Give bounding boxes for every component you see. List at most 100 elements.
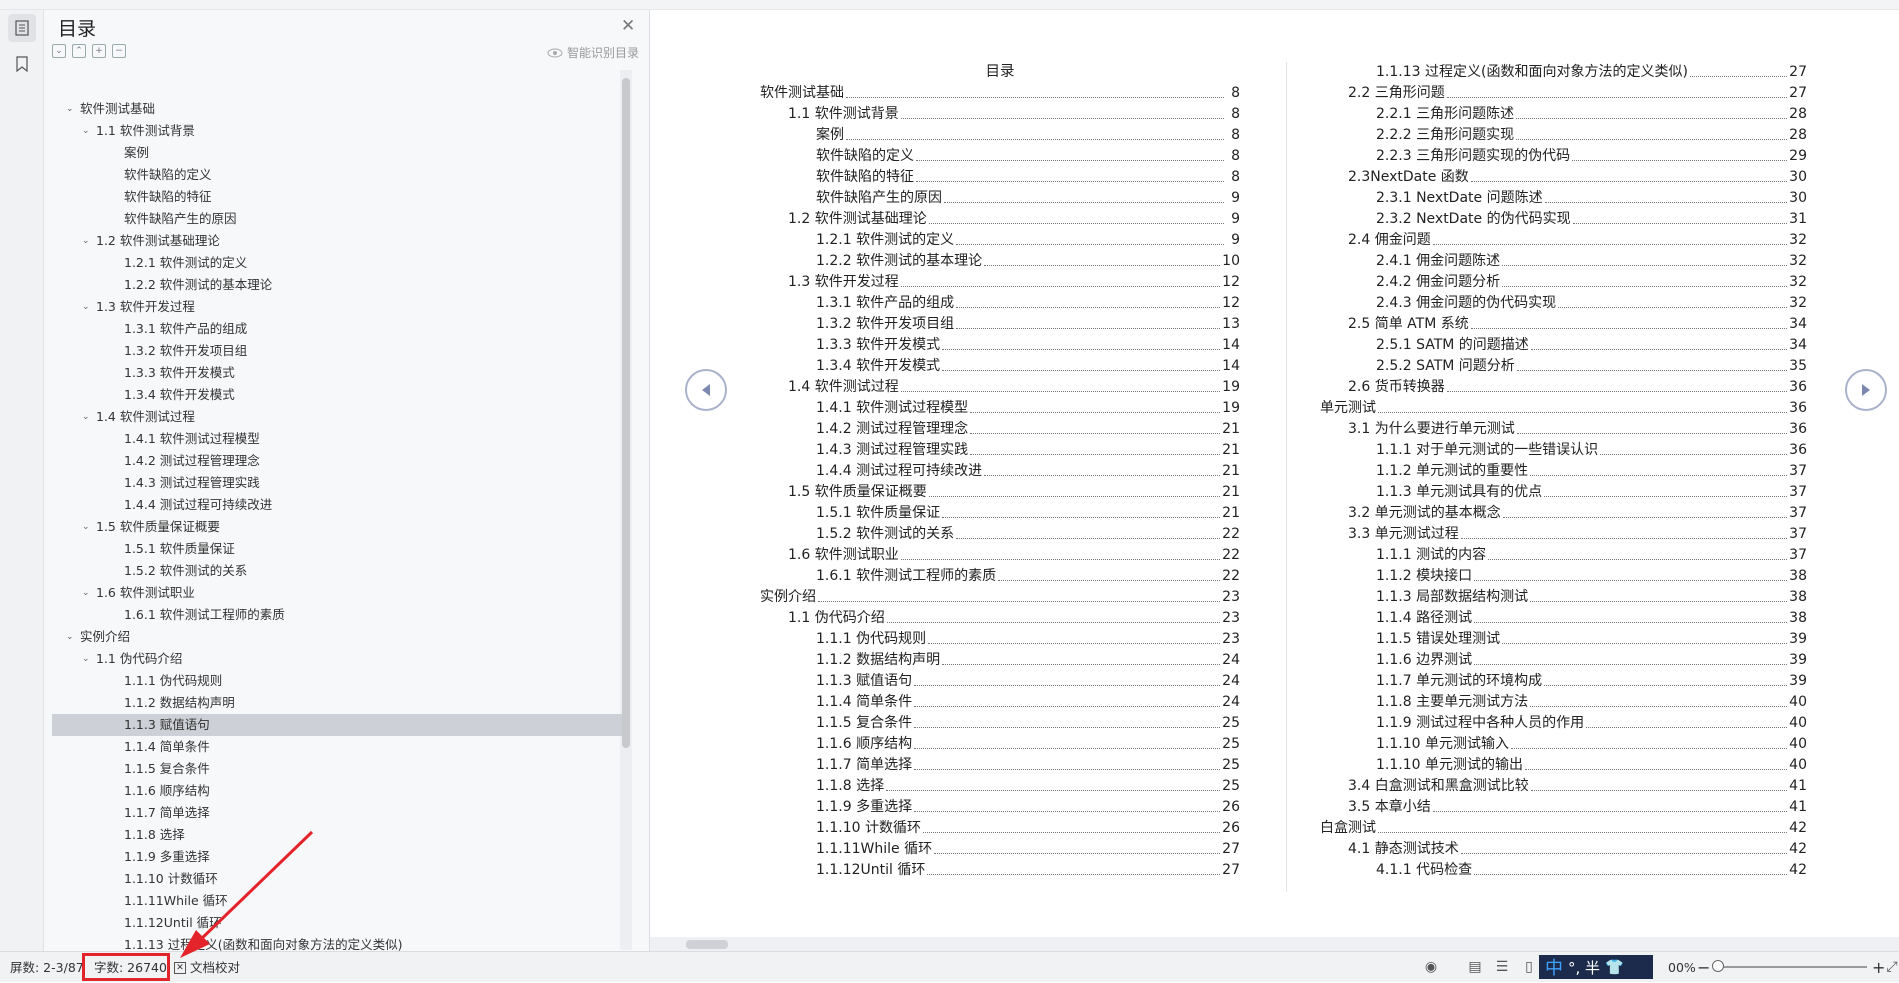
toc-entry[interactable]: 2.4.2 佣金问题分析 32 <box>1320 272 1807 293</box>
toc-tree-item[interactable]: 1.1.3 赋值语句 <box>52 714 622 736</box>
next-page-button[interactable] <box>1845 369 1887 411</box>
toc-entry[interactable]: 1.1.6 边界测试 39 <box>1320 650 1807 671</box>
toc-entry[interactable]: 4.1 静态测试技术 42 <box>1320 839 1807 860</box>
toc-entry[interactable]: 案例 8 <box>760 125 1240 146</box>
page-view-icon[interactable]: ▤ <box>1467 960 1483 974</box>
toc-tree-item[interactable]: 软件缺陷产生的原因 <box>52 208 622 230</box>
toc-entry[interactable]: 1.4.2 测试过程管理理念 21 <box>760 419 1240 440</box>
toc-entry[interactable]: 1.1.9 测试过程中各种人员的作用 40 <box>1320 713 1807 734</box>
toc-entry[interactable]: 1.2.2 软件测试的基本理论 10 <box>760 251 1240 272</box>
chevron-down-icon[interactable]: ⌄ <box>82 230 90 252</box>
toc-entry[interactable]: 软件缺陷产生的原因 9 <box>760 188 1240 209</box>
toc-entry[interactable]: 2.5.2 SATM 问题分析 35 <box>1320 356 1807 377</box>
toc-entry[interactable]: 1.1 伪代码介绍 23 <box>760 608 1240 629</box>
toc-entry[interactable]: 2.4.1 佣金问题陈述 32 <box>1320 251 1807 272</box>
reading-view-icon[interactable]: ▯ <box>1521 960 1537 974</box>
chevron-down-icon[interactable]: ⌄ <box>66 98 74 120</box>
toc-tree-item[interactable]: 1.4.2 测试过程管理理念 <box>52 450 622 472</box>
toc-entry[interactable]: 1.1.1 伪代码规则 23 <box>760 629 1240 650</box>
toc-entry[interactable]: 1.1.12Until 循环 27 <box>760 860 1240 881</box>
toc-entry[interactable]: 1.1.7 单元测试的环境构成 39 <box>1320 671 1807 692</box>
toc-entry[interactable]: 1.4.1 软件测试过程模型 19 <box>760 398 1240 419</box>
zoom-slider-track[interactable] <box>1717 966 1867 968</box>
toc-tree-item[interactable]: 1.5.2 软件测试的关系 <box>52 560 622 582</box>
toc-entry[interactable]: 1.1.8 选择 25 <box>760 776 1240 797</box>
remove-heading-icon[interactable]: − <box>112 44 126 58</box>
chevron-down-icon[interactable]: ⌄ <box>82 648 90 670</box>
toc-entry[interactable]: 2.2 三角形问题 27 <box>1320 83 1807 104</box>
toc-entry[interactable]: 1.5 软件质量保证概要 21 <box>760 482 1240 503</box>
toc-entry[interactable]: 实例介绍 23 <box>760 587 1240 608</box>
toc-tree-item[interactable]: ⌄ 1.4 软件测试过程 <box>52 406 622 428</box>
toc-entry[interactable]: 1.2 软件测试基础理论 9 <box>760 209 1240 230</box>
zoom-out-button[interactable]: − <box>1697 952 1710 983</box>
toc-entry[interactable]: 1.5.1 软件质量保证 21 <box>760 503 1240 524</box>
toc-entry[interactable]: 1.3.4 软件开发模式 14 <box>760 356 1240 377</box>
toc-entry[interactable]: 1.4.3 测试过程管理实践 21 <box>760 440 1240 461</box>
toc-entry[interactable]: 3.2 单元测试的基本概念 37 <box>1320 503 1807 524</box>
chevron-down-icon[interactable]: ⌄ <box>82 120 90 142</box>
toc-entry[interactable]: 单元测试 36 <box>1320 398 1807 419</box>
toc-entry[interactable]: 软件测试基础 8 <box>760 83 1240 104</box>
toc-panel-button[interactable] <box>8 14 36 42</box>
toc-entry[interactable]: 2.3NextDate 函数 30 <box>1320 167 1807 188</box>
toc-entry[interactable]: 2.2.3 三角形问题实现的伪代码 29 <box>1320 146 1807 167</box>
toc-entry[interactable]: 1.1.4 简单条件 24 <box>760 692 1240 713</box>
zoom-slider-handle[interactable] <box>1712 960 1724 972</box>
ime-language[interactable]: 中 <box>1545 954 1563 980</box>
toc-tree-item[interactable]: 1.1.4 简单条件 <box>52 736 622 758</box>
toc-tree-item[interactable]: 软件缺陷的特征 <box>52 186 622 208</box>
toc-tree-item[interactable]: 软件缺陷的定义 <box>52 164 622 186</box>
toc-entry[interactable]: 1.3 软件开发过程 12 <box>760 272 1240 293</box>
toc-entry[interactable]: 1.1.3 单元测试具有的优点 37 <box>1320 482 1807 503</box>
toc-scrollbar[interactable] <box>622 78 630 748</box>
toc-entry[interactable]: 4.1.1 代码检查 42 <box>1320 860 1807 881</box>
toc-entry[interactable]: 2.5.1 SATM 的问题描述 34 <box>1320 335 1807 356</box>
toc-entry[interactable]: 1.1.2 模块接口 38 <box>1320 566 1807 587</box>
toc-entry[interactable]: 1.1.10 计数循环 26 <box>760 818 1240 839</box>
toc-entry[interactable]: 2.4.3 佣金问题的伪代码实现 32 <box>1320 293 1807 314</box>
toc-entry[interactable]: 2.2.2 三角形问题实现 28 <box>1320 125 1807 146</box>
toc-tree-item[interactable]: 1.4.1 软件测试过程模型 <box>52 428 622 450</box>
toc-tree-item[interactable]: 1.1.8 选择 <box>52 824 622 846</box>
toc-entry[interactable]: 3.5 本章小结 41 <box>1320 797 1807 818</box>
toc-entry[interactable]: 白盒测试 42 <box>1320 818 1807 839</box>
toc-tree-item[interactable]: ⌄ 1.3 软件开发过程 <box>52 296 622 318</box>
toc-entry[interactable]: 1.4 软件测试过程 19 <box>760 377 1240 398</box>
toc-tree-item[interactable]: ⌄ 1.6 软件测试职业 <box>52 582 622 604</box>
toc-entry[interactable]: 2.4 佣金问题 32 <box>1320 230 1807 251</box>
horizontal-scroll-track[interactable] <box>650 937 1899 951</box>
toc-entry[interactable]: 1.3.2 软件开发项目组 13 <box>760 314 1240 335</box>
toc-entry[interactable]: 1.1.3 局部数据结构测试 38 <box>1320 587 1807 608</box>
toc-entry[interactable]: 1.1.11While 循环 27 <box>760 839 1240 860</box>
chevron-down-icon[interactable]: ⌄ <box>82 516 90 538</box>
zoom-level[interactable]: 00% <box>1668 952 1696 983</box>
ime-punctuation[interactable]: °, 半 <box>1568 957 1600 978</box>
toc-entry[interactable]: 1.1.5 复合条件 25 <box>760 713 1240 734</box>
expand-all-icon[interactable]: ⌃ <box>72 44 86 58</box>
chevron-down-icon[interactable]: ⌄ <box>66 626 74 648</box>
toc-tree-item[interactable]: 1.1.9 多重选择 <box>52 846 622 868</box>
toc-tree-item[interactable]: 1.1.2 数据结构声明 <box>52 692 622 714</box>
toc-tree-item[interactable]: 1.4.3 测试过程管理实践 <box>52 472 622 494</box>
toc-entry[interactable]: 1.3.1 软件产品的组成 12 <box>760 293 1240 314</box>
toc-tree-item[interactable]: 1.3.4 软件开发模式 <box>52 384 622 406</box>
toc-tree-item[interactable]: 1.1.6 顺序结构 <box>52 780 622 802</box>
toc-tree-item[interactable]: 案例 <box>52 142 622 164</box>
ime-skin-icon[interactable]: 👕 <box>1605 958 1624 976</box>
toc-tree-item[interactable]: ⌄ 1.1 软件测试背景 <box>52 120 622 142</box>
smart-toc-button[interactable]: 智能识别目录 <box>547 44 639 61</box>
toc-entry[interactable]: 2.3.1 NextDate 问题陈述 30 <box>1320 188 1807 209</box>
toc-entry[interactable]: 2.6 货币转换器 36 <box>1320 377 1807 398</box>
toc-tree-item[interactable]: ⌄ 软件测试基础 <box>52 98 622 120</box>
toc-entry[interactable]: 1.6.1 软件测试工程师的素质 22 <box>760 566 1240 587</box>
toc-entry[interactable]: 软件缺陷的特征 8 <box>760 167 1240 188</box>
toc-tree-item[interactable]: 1.1.11While 循环 <box>52 890 622 912</box>
fullscreen-icon[interactable]: ⤢ <box>1886 960 1898 974</box>
toc-tree-item[interactable]: ⌄ 1.2 软件测试基础理论 <box>52 230 622 252</box>
toc-entry[interactable]: 1.1.2 单元测试的重要性 37 <box>1320 461 1807 482</box>
toc-entry[interactable]: 3.3 单元测试过程 37 <box>1320 524 1807 545</box>
toc-tree-item[interactable]: 1.1.12Until 循环 <box>52 912 622 934</box>
toc-entry[interactable]: 2.5 简单 ATM 系统 34 <box>1320 314 1807 335</box>
toc-entry[interactable]: 软件缺陷的定义 8 <box>760 146 1240 167</box>
